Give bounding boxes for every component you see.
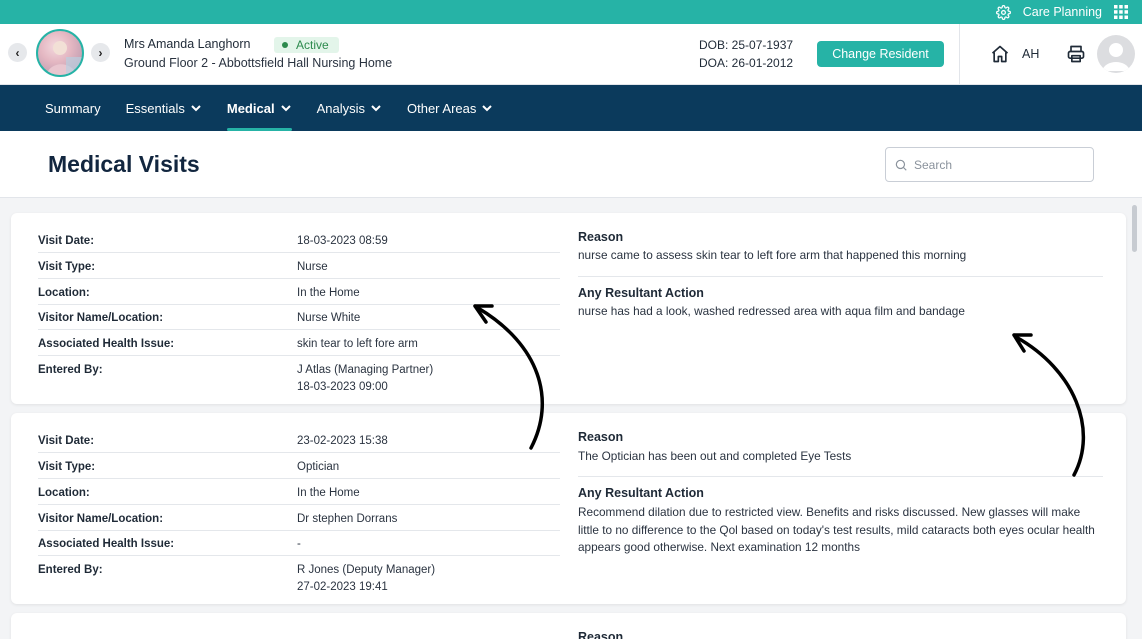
action-heading: Any Resultant Action <box>578 286 704 300</box>
next-resident-button[interactable]: › <box>91 43 110 62</box>
print-icon[interactable] <box>1066 44 1086 69</box>
field-value: 23-02-2023 15:38 <box>297 435 388 447</box>
field-label: Entered By: <box>38 364 103 376</box>
chevron-left-icon: ‹ <box>15 45 20 60</box>
grid-icon[interactable] <box>1114 5 1128 19</box>
field-label: Visitor Name/Location: <box>38 513 164 525</box>
field-value: Dr stephen Dorrans <box>297 513 398 525</box>
page-title: Medical Visits <box>48 151 200 177</box>
search-icon <box>894 158 908 172</box>
field-label: Visit Type: <box>38 461 96 473</box>
field-value: Nurse White <box>297 312 361 324</box>
change-resident-button[interactable]: Change Resident <box>817 41 944 67</box>
field-label: Visit Type: <box>38 261 96 273</box>
nav-essentials[interactable]: Essentials <box>126 85 202 131</box>
resident-avatar <box>36 29 84 77</box>
gear-icon[interactable] <box>995 4 1011 20</box>
nav-analysis-label: Analysis <box>316 100 365 116</box>
divider <box>578 276 1103 277</box>
field-value: Optician <box>297 461 340 473</box>
chevron-down-icon <box>190 102 202 114</box>
nav-analysis[interactable]: Analysis <box>317 85 382 131</box>
visit-type-row: Visit Type: Nurse <box>38 253 560 279</box>
chevron-down-icon <box>370 102 382 114</box>
nav-medical[interactable]: Medical <box>226 85 292 131</box>
action-text: nurse has had a look, washed redressed a… <box>578 304 965 318</box>
status-label: Active <box>296 38 329 52</box>
location-row: Location: In the Home <box>38 479 560 505</box>
field-value: J Atlas (Managing Partner) <box>297 364 434 376</box>
reason-text: The Optician has been out and completed … <box>578 449 852 463</box>
nav-summary-label: Summary <box>45 100 101 116</box>
field-value: In the Home <box>297 287 360 299</box>
scrollbar-thumb[interactable] <box>1132 205 1137 252</box>
visit-card: Visit Date: 23-02-2023 15:38 Visit Type: O… <box>11 413 1126 604</box>
nav-summary[interactable]: Summary <box>45 85 101 131</box>
nav-other-areas-label: Other Areas <box>406 100 477 116</box>
reason-text: nurse came to assess skin tear to left f… <box>578 248 967 262</box>
previous-resident-button[interactable]: ‹ <box>8 43 27 62</box>
chevron-right-icon: › <box>98 45 103 60</box>
user-initials[interactable]: AH <box>1022 47 1039 61</box>
field-value: skin tear to left fore arm <box>297 338 418 350</box>
field-value: Nurse <box>297 261 328 273</box>
field-label: Visitor Name/Location: <box>38 312 164 324</box>
resident-header: ‹ › Mrs Amanda Langhorn Active Ground Fl… <box>0 24 1142 85</box>
reason-heading: Reason <box>578 230 624 244</box>
search-input[interactable]: Search <box>885 147 1094 182</box>
entered-by-row: Entered By: R Jones (Deputy Manager) 27-02… <box>38 556 560 596</box>
main-nav: Summary Essentials Medical Analysis Othe… <box>0 85 1142 131</box>
nav-medical-label: Medical <box>226 100 275 116</box>
reason-heading: Reason <box>578 630 624 639</box>
field-label: Location: <box>38 487 90 499</box>
status-badge: Active <box>274 37 339 53</box>
divider <box>578 476 1103 477</box>
field-label: Location: <box>38 287 90 299</box>
action-heading: Any Resultant Action <box>578 486 704 500</box>
chevron-down-icon <box>280 102 292 114</box>
visit-card: Reason <box>11 613 1126 639</box>
date-of-admission: DOA: 26-01-2012 <box>699 56 794 70</box>
field-value: - <box>297 538 301 550</box>
action-text: Recommend dilation due to restricted vie… <box>578 505 1095 554</box>
entered-at-value: 27-02-2023 19:41 <box>297 581 388 593</box>
field-label: Associated Health Issue: <box>38 338 175 350</box>
entered-at-value: 18-03-2023 09:00 <box>297 381 388 393</box>
visit-date-row: Visit Date: 23-02-2023 15:38 <box>38 427 560 453</box>
status-dot-icon <box>282 42 288 48</box>
field-value: R Jones (Deputy Manager) <box>297 564 436 576</box>
app-title: Care Planning <box>1022 5 1102 19</box>
nav-essentials-label: Essentials <box>125 100 185 116</box>
visitor-row: Visitor Name/Location: Nurse White <box>38 304 560 330</box>
user-avatar[interactable] <box>1097 35 1135 73</box>
field-label: Visit Date: <box>38 435 95 447</box>
field-label: Entered By: <box>38 564 103 576</box>
health-issue-row: Associated Health Issue: skin tear to lef… <box>38 330 560 356</box>
page-header: Medical Visits Search <box>0 131 1142 198</box>
resident-name: Mrs Amanda Langhorn <box>124 37 251 51</box>
location-row: Location: In the Home <box>38 279 560 305</box>
field-label: Visit Date: <box>38 235 95 247</box>
home-icon[interactable] <box>990 44 1010 69</box>
search-placeholder: Search <box>914 157 953 172</box>
top-bar: Care Planning <box>0 0 1142 24</box>
resident-location: Ground Floor 2 - Abbottsfield Hall Nursi… <box>124 56 393 70</box>
nav-other-areas[interactable]: Other Areas <box>407 85 493 131</box>
visit-card: Visit Date: 18-03-2023 08:59 Visit Type: N… <box>11 213 1126 404</box>
field-label: Associated Health Issue: <box>38 538 175 550</box>
visit-type-row: Visit Type: Optician <box>38 453 560 479</box>
health-issue-row: Associated Health Issue: - <box>38 530 560 556</box>
visitor-row: Visitor Name/Location: Dr stephen Dorrans <box>38 505 560 531</box>
header-divider <box>959 24 960 84</box>
reason-heading: Reason <box>578 430 624 444</box>
entered-by-row: Entered By: J Atlas (Managing Partner) 18-… <box>38 356 560 396</box>
field-value: 18-03-2023 08:59 <box>297 235 388 247</box>
date-of-birth: DOB: 25-07-1937 <box>699 38 794 52</box>
visit-date-row: Visit Date: 18-03-2023 08:59 <box>38 227 560 253</box>
field-value: In the Home <box>297 487 360 499</box>
chevron-down-icon <box>481 102 493 114</box>
